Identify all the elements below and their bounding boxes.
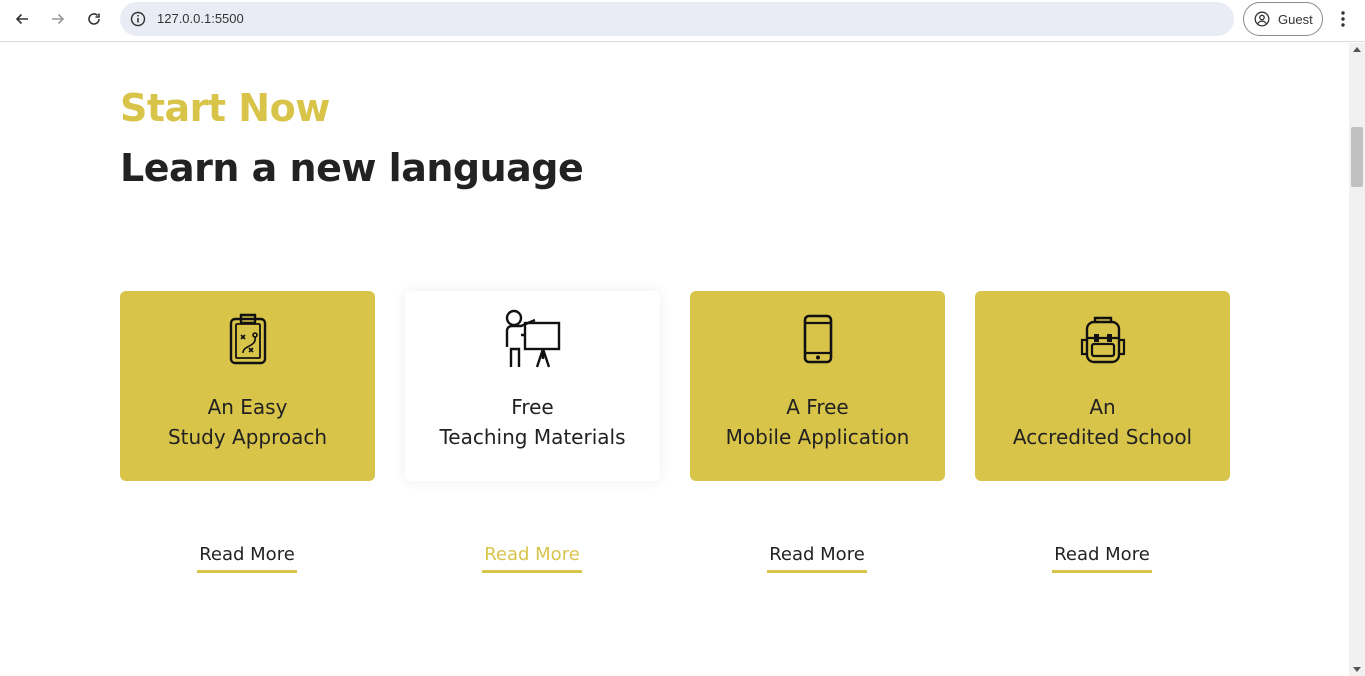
reload-icon <box>88 13 100 25</box>
read-more-link-study-approach[interactable]: Read More <box>197 544 297 573</box>
scroll-thumb[interactable] <box>1351 127 1363 187</box>
card-title-line1: An Easy <box>207 395 288 419</box>
browser-menu-button[interactable] <box>1333 8 1353 30</box>
card-title-line2: Mobile Application <box>725 425 910 449</box>
feature-card-study-approach[interactable]: An Easy Study Approach <box>120 291 375 481</box>
backpack-icon <box>1073 309 1133 369</box>
account-icon <box>1254 11 1270 27</box>
scroll-down-arrow-icon[interactable] <box>1353 667 1361 672</box>
page-scrollbar[interactable] <box>1349 43 1365 676</box>
back-button[interactable] <box>8 7 36 31</box>
browser-toolbar: 127.0.0.1:5500 Guest <box>0 0 1365 42</box>
teacher-board-icon <box>503 309 563 369</box>
card-title-line1: Free <box>511 395 554 419</box>
card-title-line2: Accredited School <box>1012 425 1193 449</box>
site-info-icon[interactable] <box>130 11 146 27</box>
read-more-link-teaching-materials[interactable]: Read More <box>482 544 582 573</box>
arrow-left-icon <box>15 13 28 25</box>
feature-card-mobile-application[interactable]: A Free Mobile Application <box>690 291 945 481</box>
forward-button[interactable] <box>44 7 72 31</box>
card-title-line2: Study Approach <box>167 425 328 449</box>
url-text: 127.0.0.1:5500 <box>157 11 244 26</box>
reload-button[interactable] <box>80 7 108 31</box>
profile-label: Guest <box>1278 11 1313 27</box>
kebab-menu-icon <box>1341 11 1345 27</box>
address-bar[interactable]: 127.0.0.1:5500 <box>120 2 1234 36</box>
read-more-link-mobile-application[interactable]: Read More <box>767 544 867 573</box>
card-title-line1: An <box>1089 395 1116 419</box>
arrow-right-icon <box>52 13 65 25</box>
section-eyebrow: Start Now <box>120 86 330 130</box>
read-more-link-accredited-school[interactable]: Read More <box>1052 544 1152 573</box>
feature-card-teaching-materials[interactable]: Free Teaching Materials <box>405 291 660 481</box>
clipboard-strategy-icon <box>218 309 278 369</box>
feature-card-accredited-school[interactable]: An Accredited School <box>975 291 1230 481</box>
mobile-phone-icon <box>788 309 848 369</box>
profile-button[interactable]: Guest <box>1243 2 1323 36</box>
card-title-line2: Teaching Materials <box>439 425 626 449</box>
card-title-line1: A Free <box>786 395 849 419</box>
section-headline: Learn a new language <box>120 146 584 190</box>
scroll-up-arrow-icon[interactable] <box>1353 47 1361 52</box>
